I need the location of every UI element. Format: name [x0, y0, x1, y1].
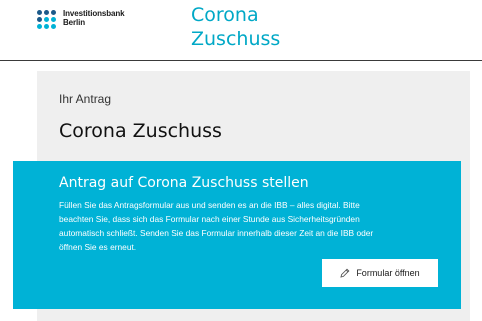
card-description: Füllen Sie das Antragsformular aus und s… [59, 200, 374, 252]
open-form-label: Formular öffnen [356, 268, 420, 278]
app-title: Corona Zuschuss [191, 3, 280, 51]
ibb-logo[interactable]: Investitionsbank Berlin [37, 9, 125, 29]
logo-line-1: Investitionsbank [63, 9, 125, 18]
app-title-line-2: Zuschuss [191, 28, 281, 50]
page-title: Corona Zuschuss [59, 120, 222, 142]
open-form-button[interactable]: Formular öffnen [322, 259, 438, 287]
card-title: Antrag auf Corona Zuschuss stellen [59, 175, 309, 191]
app-title-line-1: Corona [191, 4, 259, 26]
logo-line-2: Berlin [63, 18, 86, 27]
pencil-icon [340, 268, 350, 278]
page-header: Investitionsbank Berlin Corona Zuschuss [0, 0, 482, 61]
application-card: Antrag auf Corona Zuschuss stellen Fülle… [13, 161, 461, 309]
logo-dots-icon [37, 10, 56, 29]
eyebrow-label: Ihr Antrag [59, 92, 112, 106]
logo-text: Investitionsbank Berlin [63, 9, 125, 27]
